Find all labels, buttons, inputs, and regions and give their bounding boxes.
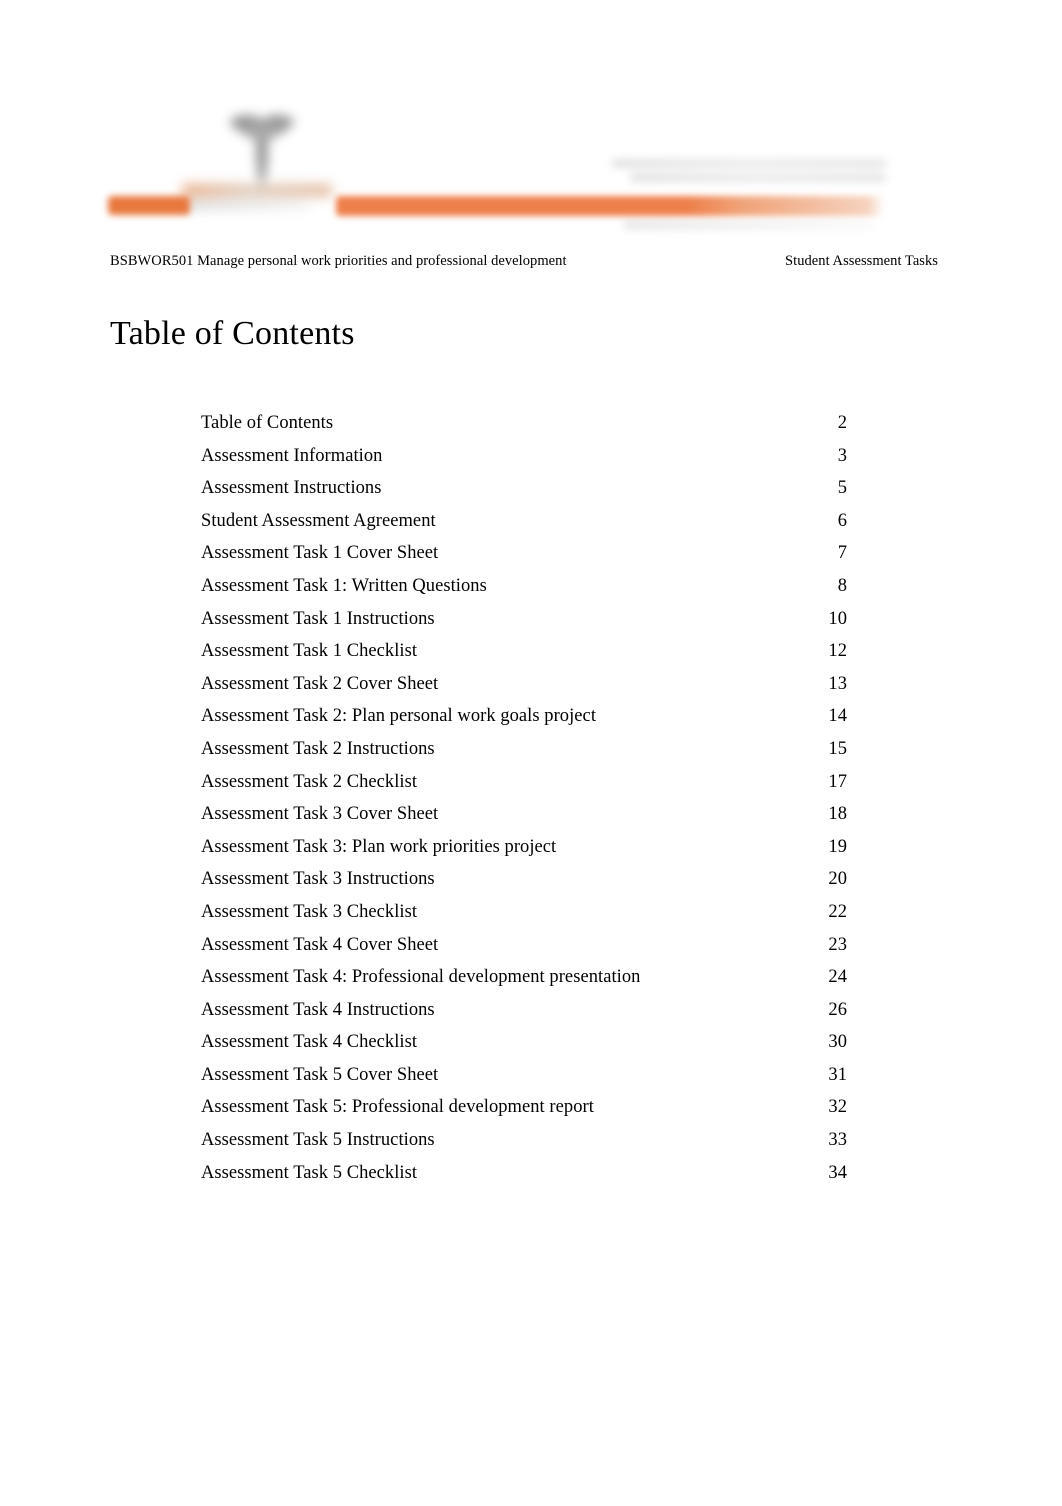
- toc-entry-label: Assessment Task 2: Plan personal work go…: [201, 706, 597, 727]
- running-header-unit-title: BSBWOR501 Manage personal work prioritie…: [110, 253, 567, 269]
- toc-entry-page-number: 24: [828, 967, 847, 988]
- toc-entry-label: Assessment Task 2 Cover Sheet: [201, 673, 439, 694]
- toc-entry-page-number: 34: [828, 1162, 847, 1183]
- toc-entry[interactable]: Assessment Task 5 Instructions 33: [201, 1128, 847, 1161]
- toc-entry-page-number: 5: [837, 478, 847, 499]
- toc-entry[interactable]: Assessment Task 5 Checklist 34: [201, 1161, 847, 1194]
- toc-entry-page-number: 19: [828, 836, 847, 857]
- letterhead-banner: [104, 52, 938, 230]
- toc-entry-label: Assessment Task 5 Checklist: [201, 1162, 418, 1183]
- toc-entry[interactable]: Assessment Task 4 Checklist 30: [201, 1030, 847, 1063]
- toc-entry-page-number: 15: [828, 738, 847, 759]
- toc-entry-page-number: 22: [828, 901, 847, 922]
- toc-entry-label: Assessment Task 4 Checklist: [201, 1032, 418, 1053]
- toc-entry-label: Assessment Instructions: [201, 478, 382, 499]
- toc-entry[interactable]: Assessment Task 3: Plan work priorities …: [201, 835, 847, 868]
- toc-entry-label: Student Assessment Agreement: [201, 510, 436, 531]
- toc-entry[interactable]: Assessment Task 1 Cover Sheet 7: [201, 541, 847, 574]
- toc-entry-page-number: 17: [828, 771, 847, 792]
- toc-entry[interactable]: Student Assessment Agreement 6: [201, 509, 847, 542]
- toc-entry-label: Assessment Task 1 Cover Sheet: [201, 543, 439, 564]
- toc-entry-page-number: 6: [837, 510, 847, 531]
- toc-entry-page-number: 13: [828, 673, 847, 694]
- toc-entry-page-number: 14: [828, 706, 847, 727]
- toc-entry-label: Assessment Task 1: Written Questions: [201, 575, 487, 596]
- toc-entry-label: Assessment Task 3 Instructions: [201, 869, 435, 890]
- toc-entry-page-number: 26: [828, 999, 847, 1020]
- toc-entry-page-number: 30: [828, 1032, 847, 1053]
- toc-entry[interactable]: Assessment Information 3: [201, 444, 847, 477]
- toc-entry-label: Assessment Task 5 Instructions: [201, 1130, 435, 1151]
- running-header-document-type: Student Assessment Tasks: [785, 253, 938, 269]
- toc-entry-label: Assessment Task 3: Plan work priorities …: [201, 836, 557, 857]
- toc-entry-page-number: 23: [828, 934, 847, 955]
- organisation-wordmark: [182, 184, 350, 218]
- running-header: BSBWOR501 Manage personal work prioritie…: [110, 252, 938, 271]
- toc-entry-page-number: 33: [828, 1130, 847, 1151]
- toc-entry-label: Assessment Task 3 Cover Sheet: [201, 804, 439, 825]
- toc-entry-label: Assessment Task 4 Cover Sheet: [201, 934, 439, 955]
- toc-entry-label: Assessment Information: [201, 445, 383, 466]
- toc-entry[interactable]: Assessment Task 3 Checklist 22: [201, 900, 847, 933]
- toc-entry-label: Assessment Task 5 Cover Sheet: [201, 1064, 439, 1085]
- toc-entry[interactable]: Assessment Task 5 Cover Sheet 31: [201, 1063, 847, 1096]
- letterhead-ghost-band: [624, 220, 874, 230]
- toc-entry-page-number: 2: [837, 413, 847, 433]
- toc-entry-label: Table of Contents: [201, 413, 334, 433]
- toc-entry-page-number: 31: [828, 1064, 847, 1085]
- accent-bar-main: [336, 196, 884, 216]
- toc-entry-label: Assessment Task 2 Instructions: [201, 738, 435, 759]
- letterhead-tagline: [596, 160, 886, 188]
- toc-entry[interactable]: Assessment Task 4 Instructions 26: [201, 998, 847, 1031]
- toc-entry-page-number: 7: [837, 543, 847, 564]
- organisation-logo-icon: [216, 100, 308, 196]
- toc-entry[interactable]: Assessment Task 2: Plan personal work go…: [201, 704, 847, 737]
- toc-entry-page-number: 32: [828, 1097, 847, 1118]
- toc-entry[interactable]: Assessment Task 4: Professional developm…: [201, 965, 847, 998]
- toc-entry-label: Assessment Task 4: Professional developm…: [201, 967, 641, 988]
- toc-entry-label: Assessment Task 1 Checklist: [201, 641, 418, 662]
- page-title: Table of Contents: [110, 315, 355, 352]
- toc-entry[interactable]: Assessment Task 1 Checklist 12: [201, 639, 847, 672]
- toc-entry-label: Assessment Task 2 Checklist: [201, 771, 418, 792]
- toc-entry-page-number: 18: [828, 804, 847, 825]
- toc-entry[interactable]: Assessment Task 2 Checklist 17: [201, 770, 847, 803]
- toc-entry[interactable]: Assessment Task 5: Professional developm…: [201, 1095, 847, 1128]
- toc-entry-label: Assessment Task 1 Instructions: [201, 608, 435, 629]
- toc-entry[interactable]: Assessment Task 3 Instructions 20: [201, 867, 847, 900]
- toc-entry-label: Assessment Task 5: Professional developm…: [201, 1097, 594, 1118]
- table-of-contents: Table of Contents 2 Assessment Information…: [201, 411, 847, 1193]
- toc-entry-page-number: 3: [837, 445, 847, 466]
- toc-entry-page-number: 10: [828, 608, 847, 629]
- toc-entry[interactable]: Assessment Task 1: Written Questions 8: [201, 574, 847, 607]
- toc-entry[interactable]: Assessment Instructions 5: [201, 476, 847, 509]
- toc-entry[interactable]: Assessment Task 1 Instructions 10: [201, 607, 847, 640]
- toc-entry-page-number: 12: [828, 641, 847, 662]
- document-page: BSBWOR501 Manage personal work prioritie…: [0, 0, 1062, 1506]
- toc-entry[interactable]: Assessment Task 3 Cover Sheet 18: [201, 802, 847, 835]
- toc-entry-page-number: 8: [837, 575, 847, 596]
- toc-entry[interactable]: Table of Contents 2: [201, 411, 847, 444]
- toc-entry-label: Assessment Task 3 Checklist: [201, 901, 418, 922]
- toc-entry-page-number: 20: [828, 869, 847, 890]
- accent-bar-left: [108, 196, 190, 215]
- toc-entry[interactable]: Assessment Task 2 Instructions 15: [201, 737, 847, 770]
- toc-entry[interactable]: Assessment Task 4 Cover Sheet 23: [201, 933, 847, 966]
- toc-entry[interactable]: Assessment Task 2 Cover Sheet 13: [201, 672, 847, 705]
- toc-entry-label: Assessment Task 4 Instructions: [201, 999, 435, 1020]
